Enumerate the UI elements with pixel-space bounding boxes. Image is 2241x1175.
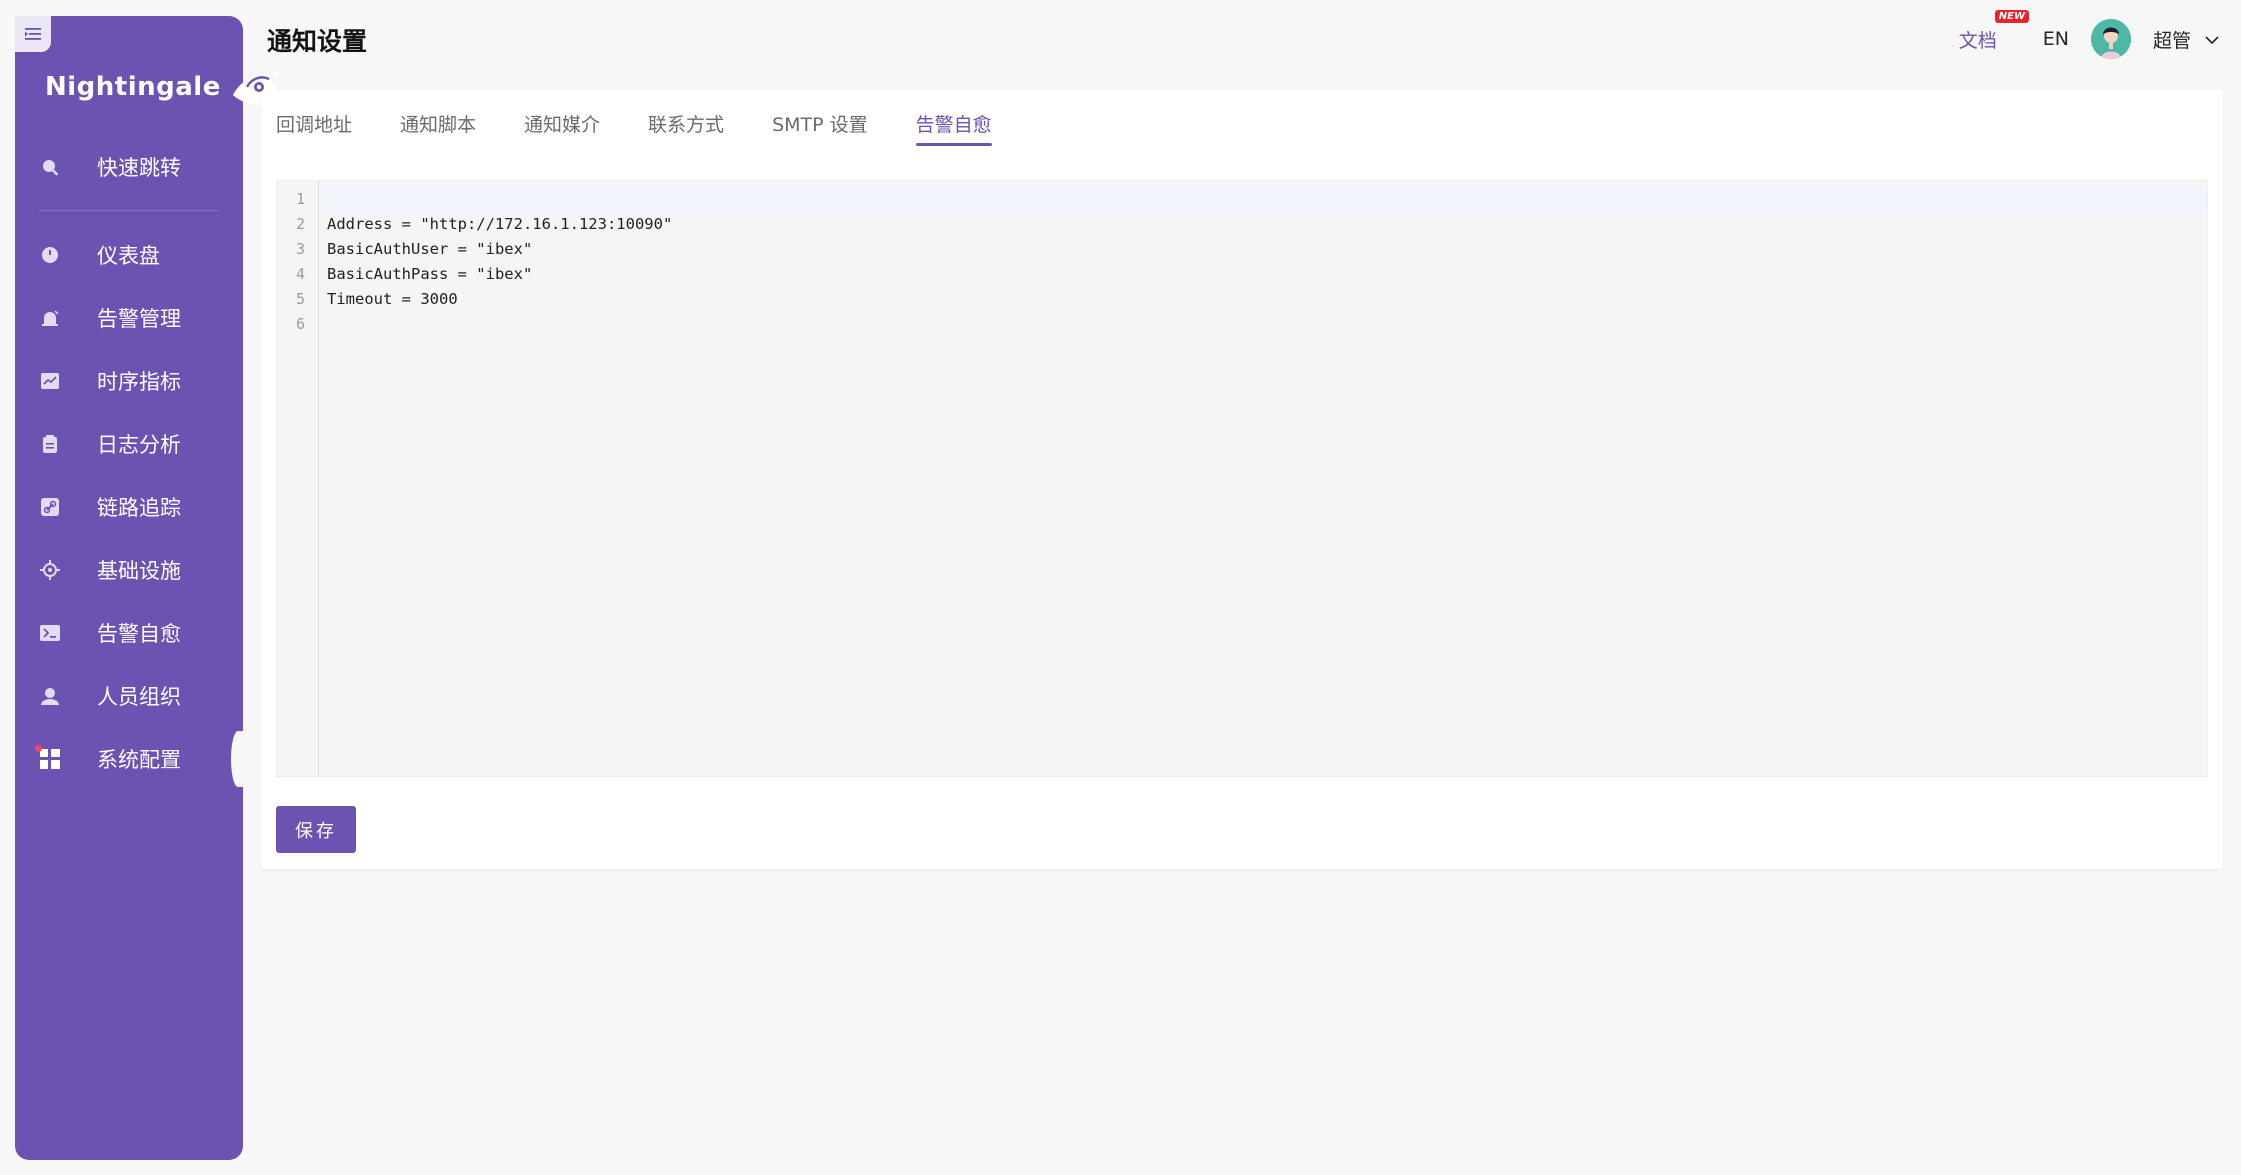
sidebar-item-label: 人员组织	[97, 685, 181, 709]
sidebar-item-dashboard[interactable]: 仪表盘	[15, 228, 243, 282]
terminal-icon	[39, 622, 61, 644]
sidebar-item-infrastructure[interactable]: 基础设施	[15, 543, 243, 597]
tab-callback-url[interactable]: 回调地址	[276, 108, 352, 156]
active-line-highlight	[277, 187, 2207, 212]
docs-label: 文档	[1958, 29, 1997, 52]
docs-link[interactable]: 文档 NEW	[1958, 9, 2029, 53]
avatar[interactable]	[2090, 19, 2131, 59]
tab-notify-media[interactable]: 通知媒介	[524, 108, 600, 156]
app-logo[interactable]: Nightingale	[45, 62, 281, 112]
code-line: Timeout = 3000	[327, 290, 458, 308]
line-number: 2	[295, 215, 305, 233]
page-title: 通知设置	[267, 27, 368, 56]
menu-fold-icon[interactable]	[15, 16, 51, 52]
sidebar-item-logs[interactable]: 日志分析	[15, 417, 243, 471]
sidebar-item-self-healing[interactable]: 告警自愈	[15, 606, 243, 660]
chevron-down-icon[interactable]	[2205, 30, 2219, 49]
line-number-gutter: 1 2 3 4 5 6	[277, 181, 319, 776]
line-number: 4	[295, 265, 305, 283]
sidebar-item-label: 告警管理	[97, 307, 181, 331]
tab-notify-script[interactable]: 通知脚本	[400, 108, 476, 156]
sidebar-item-people[interactable]: 人员组织	[15, 669, 243, 723]
sidebar-divider	[39, 210, 219, 211]
sidebar-item-system-config[interactable]: 系统配置	[15, 731, 245, 787]
new-badge: NEW	[1994, 9, 2029, 23]
page: Nightingale 快速跳转 仪表盘 告警管理 时序指标 日志分析 链路追踪…	[0, 0, 2241, 1175]
sidebar-item-alarm[interactable]: 告警管理	[15, 291, 243, 345]
tab-self-healing[interactable]: 告警自愈	[915, 108, 992, 156]
link-icon	[39, 496, 61, 518]
line-number: 5	[295, 290, 305, 308]
settings-tabs: 回调地址 通知脚本 通知媒介 联系方式 SMTP 设置 告警自愈	[276, 108, 1040, 158]
tab-contacts[interactable]: 联系方式	[648, 108, 724, 156]
active-notch	[231, 731, 245, 787]
sidebar-item-label: 链路追踪	[97, 496, 181, 520]
line-number: 1	[295, 190, 305, 208]
search-icon	[39, 156, 61, 178]
sidebar-item-label: 快速跳转	[97, 156, 181, 180]
alarm-icon	[39, 307, 61, 329]
active-indicator-dot	[35, 745, 42, 752]
user-name[interactable]: 超管	[2153, 26, 2191, 53]
line-chart-icon	[39, 370, 61, 392]
language-switch[interactable]: EN	[2043, 28, 2069, 50]
settings-card: 回调地址 通知脚本 通知媒介 联系方式 SMTP 设置 告警自愈 1 2 3 4…	[261, 90, 2223, 869]
sidebar-item-label: 时序指标	[97, 370, 181, 394]
log-icon	[39, 433, 61, 455]
save-button[interactable]: 保存	[276, 806, 356, 853]
target-icon	[39, 559, 61, 581]
sidebar-item-label: 仪表盘	[97, 244, 160, 268]
code-line: BasicAuthUser = "ibex"	[327, 240, 533, 258]
sidebar-item-quick-jump[interactable]: 快速跳转	[15, 140, 243, 194]
sidebar-item-label: 基础设施	[97, 559, 181, 583]
sidebar-item-tracing[interactable]: 链路追踪	[15, 480, 243, 534]
dashboard-icon	[39, 244, 61, 266]
tab-smtp-settings[interactable]: SMTP 设置	[772, 108, 868, 156]
logo-text: Nightingale	[45, 72, 221, 102]
code-line: Address = "http://172.16.1.123:10090"	[327, 215, 673, 233]
line-number: 6	[295, 315, 305, 333]
grid-icon	[35, 745, 61, 770]
user-icon	[39, 685, 61, 707]
sidebar-item-label: 日志分析	[97, 433, 181, 457]
code-editor[interactable]: 1 2 3 4 5 6 Address = "http://172.16.1.1…	[276, 180, 2208, 777]
sidebar: Nightingale 快速跳转 仪表盘 告警管理 时序指标 日志分析 链路追踪…	[15, 16, 281, 1160]
header-actions: 文档 NEW EN 超管	[1958, 9, 2219, 64]
line-number: 3	[295, 240, 305, 258]
sidebar-item-metrics[interactable]: 时序指标	[15, 354, 243, 408]
sidebar-item-label: 告警自愈	[97, 622, 181, 646]
code-line: BasicAuthPass = "ibex"	[327, 265, 533, 283]
sidebar-item-label: 系统配置	[97, 748, 181, 772]
